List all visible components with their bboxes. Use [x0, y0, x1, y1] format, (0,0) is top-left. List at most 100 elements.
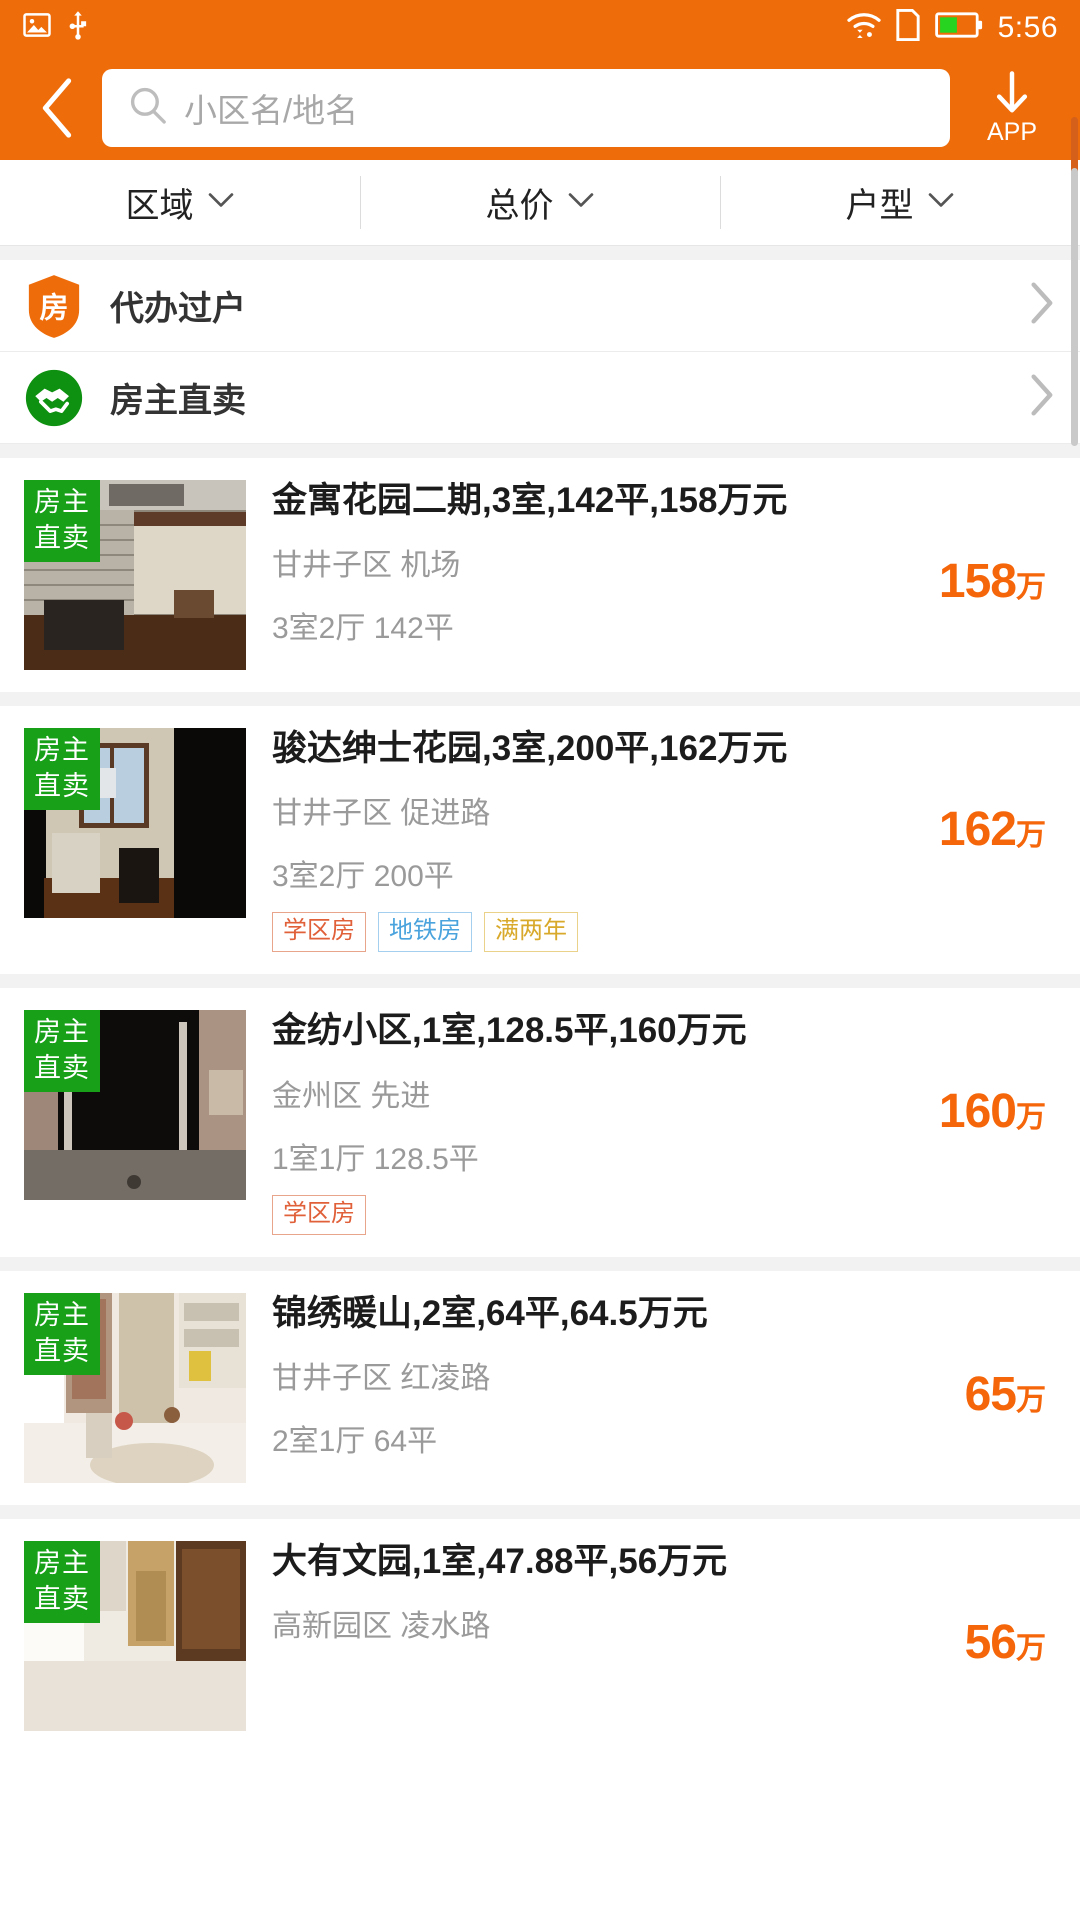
listing-price-number: 162: [938, 803, 1017, 856]
download-arrow-icon: [992, 70, 1032, 118]
filter-area[interactable]: 区域: [0, 160, 360, 245]
listing-card[interactable]: 房主 直卖 骏达绅士花园,3室,200平,162万元 甘井子区 促进路 3室2厅…: [0, 692, 1080, 975]
search-input[interactable]: 小区名/地名: [102, 68, 950, 147]
badge-line-1: 房主: [34, 735, 90, 765]
listing-location: 高新园区 凌水路: [272, 1609, 491, 1643]
filter-total-price-label: 总价: [485, 187, 554, 225]
shield-house-icon: 房: [24, 274, 84, 338]
listing-tags: 学区房: [272, 1194, 1054, 1235]
badge-line-1: 房主: [34, 1299, 90, 1330]
handshake-icon: [24, 368, 84, 428]
listing-card[interactable]: 房主 直卖 大有文园,1室,47.88平,56万元 高新园区 凌水路 56万: [0, 1504, 1080, 1753]
listing-tag: 学区房: [272, 1194, 366, 1235]
listing-info: 大有文园,1室,47.88平,56万元 高新园区 凌水路: [246, 1541, 1054, 1731]
filter-layout-label: 户型: [845, 187, 914, 225]
listing-thumbnail: 房主 直卖: [24, 1540, 246, 1731]
status-bar-left-icons: [22, 10, 90, 45]
section-divider: [0, 444, 1080, 458]
image-icon: [22, 10, 52, 45]
listing-tag: 满两年: [484, 912, 578, 953]
listing-tags: 学区房 地铁房 满两年: [272, 912, 1054, 953]
badge-line-2: 直卖: [34, 523, 90, 553]
svg-text:房: 房: [39, 291, 68, 324]
badge-line-2: 直卖: [34, 771, 90, 801]
search-icon: [128, 85, 168, 130]
listing-tag: 学区房: [272, 912, 366, 953]
owner-direct-badge: 房主 直卖: [24, 480, 100, 562]
status-bar-clock: 5:56: [997, 10, 1058, 44]
listing-price: 65万: [965, 1367, 1046, 1422]
chevron-down-icon: [207, 191, 235, 214]
listing-price-number: 56: [964, 1615, 1017, 1669]
listing-title: 大有文园,1室,47.88平,56万元: [272, 1541, 728, 1581]
listing-thumbnail: 房主 直卖: [24, 728, 246, 918]
badge-line-2: 直卖: [34, 1583, 90, 1614]
search-placeholder: 小区名/地名: [184, 91, 359, 129]
chevron-right-icon: [1028, 373, 1054, 422]
status-bar: 5:56: [0, 0, 1080, 55]
search-header: 小区名/地名 APP: [0, 55, 1080, 213]
listing-price-unit: 万: [1016, 819, 1046, 852]
listing-price-unit: 万: [1016, 1383, 1046, 1417]
banner-transfer-service[interactable]: 房 代办过户: [0, 260, 1080, 352]
listing-price-number: 160: [938, 1085, 1017, 1139]
filter-bar: 区域 总价 户型: [0, 160, 1080, 246]
page-scrollbar-thumb[interactable]: [1071, 168, 1078, 446]
wifi-icon: [846, 10, 882, 45]
section-divider: [0, 246, 1080, 260]
banner-transfer-service-label: 代办过户: [110, 290, 246, 328]
filter-layout[interactable]: 户型: [720, 160, 1080, 245]
filter-area-label: 区域: [125, 187, 194, 225]
owner-direct-badge: 房主 直卖: [24, 1292, 100, 1375]
chevron-down-icon: [567, 191, 595, 214]
listing-location: 甘井子区 机场: [272, 549, 461, 583]
badge-line-1: 房主: [34, 1547, 90, 1578]
listing-price-unit: 万: [1016, 571, 1046, 604]
listing-tag: 地铁房: [378, 912, 472, 953]
listing-thumbnail: 房主 直卖: [24, 1010, 246, 1201]
listing-price-unit: 万: [1016, 1631, 1046, 1665]
listing-layout: 3室2厅 142平: [272, 612, 454, 646]
listing-info: 骏达绅士花园,3室,200平,162万元 甘井子区 促进路 3室2厅 200平 …: [246, 728, 1054, 953]
listing-card[interactable]: 房主 直卖 金纺小区,1室,128.5平,160万元 金州区 先进 1室1厅 1…: [0, 974, 1080, 1257]
listing-card[interactable]: 房主 直卖 金寓花园二期,3室,142平,158万元 甘井子区 机场 3室2厅 …: [0, 458, 1080, 692]
listing-price-number: 158: [938, 555, 1017, 608]
chevron-right-icon: [1028, 281, 1054, 330]
owner-direct-badge: 房主 直卖: [24, 1010, 100, 1093]
usb-icon: [66, 10, 90, 45]
listing-info: 金纺小区,1室,128.5平,160万元 金州区 先进 1室1厅 128.5平 …: [246, 1010, 1054, 1235]
badge-line-1: 房主: [34, 487, 90, 517]
badge-line-1: 房主: [34, 1017, 90, 1048]
listing-price: 56万: [965, 1615, 1046, 1670]
chevron-down-icon: [927, 191, 955, 214]
badge-line-2: 直卖: [34, 1335, 90, 1366]
app-download-button[interactable]: APP: [960, 70, 1064, 145]
banner-owner-direct-sale-label: 房主直卖: [110, 382, 246, 420]
filter-total-price[interactable]: 总价: [360, 160, 720, 245]
banner-owner-direct-sale[interactable]: 房主直卖: [0, 352, 1080, 444]
listing-info: 金寓花园二期,3室,142平,158万元 甘井子区 机场 3室2厅 142平: [246, 480, 1054, 670]
listing-location: 甘井子区 促进路: [272, 797, 491, 831]
listing-price: 160万: [939, 1084, 1046, 1139]
back-button[interactable]: [20, 71, 94, 145]
listing-layout: 3室2厅 200平: [272, 860, 454, 894]
listing-price-number: 65: [964, 1367, 1017, 1421]
listing-card[interactable]: 房主 直卖 锦绣暖山,2室,64平,64.5万元 甘井子区 红凌路 2室1厅 6…: [0, 1256, 1080, 1505]
listing-info: 锦绣暖山,2室,64平,64.5万元 甘井子区 红凌路 2室1厅 64平: [246, 1293, 1054, 1483]
listing-title: 骏达绅士花园,3室,200平,162万元: [272, 729, 788, 768]
sim-card-icon: [895, 9, 920, 46]
listing-title: 金纺小区,1室,128.5平,160万元: [272, 1011, 747, 1051]
listing-list: 房主 直卖 金寓花园二期,3室,142平,158万元 甘井子区 机场 3室2厅 …: [0, 458, 1080, 1753]
status-bar-right-icons: 5:56: [846, 9, 1058, 46]
listing-price: 162万: [939, 802, 1046, 857]
badge-line-2: 直卖: [34, 1053, 90, 1084]
listing-title: 锦绣暖山,2室,64平,64.5万元: [272, 1293, 708, 1333]
listing-location: 金州区 先进: [272, 1079, 431, 1113]
battery-icon: [934, 11, 984, 44]
listing-layout: 1室1厅 128.5平: [272, 1142, 479, 1176]
listing-price: 158万: [939, 554, 1046, 609]
listing-thumbnail: 房主 直卖: [24, 480, 246, 670]
listing-location: 甘井子区 红凌路: [272, 1361, 491, 1395]
owner-direct-badge: 房主 直卖: [24, 1540, 100, 1623]
listing-title: 金寓花园二期,3室,142平,158万元: [272, 481, 788, 520]
